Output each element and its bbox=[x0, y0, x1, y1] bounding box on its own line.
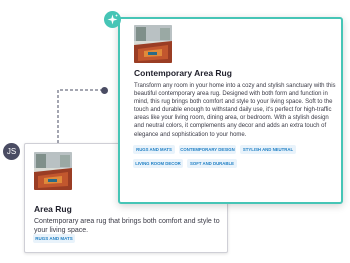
tag[interactable]: LIVING ROOM DECOR bbox=[133, 159, 183, 168]
tag[interactable]: STYLISH AND NEUTRAL bbox=[240, 145, 296, 154]
tag[interactable]: RUGS AND MATS bbox=[33, 234, 75, 243]
sparkle-icon bbox=[104, 11, 121, 28]
rug-image bbox=[134, 25, 172, 63]
tag[interactable]: SOFT AND DURABLE bbox=[187, 159, 237, 168]
card-description: Contemporary area rug that brings both c… bbox=[34, 218, 220, 234]
tag[interactable]: RUGS AND MATS bbox=[133, 145, 175, 154]
rug-image bbox=[34, 152, 72, 190]
card-title: Contemporary Area Rug bbox=[134, 68, 232, 78]
tag[interactable]: CONTEMPORARY DESIGN bbox=[179, 145, 236, 154]
card-title: Area Rug bbox=[34, 204, 72, 214]
connector-dot bbox=[101, 87, 108, 94]
user-avatar: JS bbox=[3, 143, 20, 160]
card-description: Transform any room in your home into a c… bbox=[134, 83, 336, 138]
generated-product-card[interactable]: Contemporary Area Rug Transform any room… bbox=[118, 17, 343, 204]
